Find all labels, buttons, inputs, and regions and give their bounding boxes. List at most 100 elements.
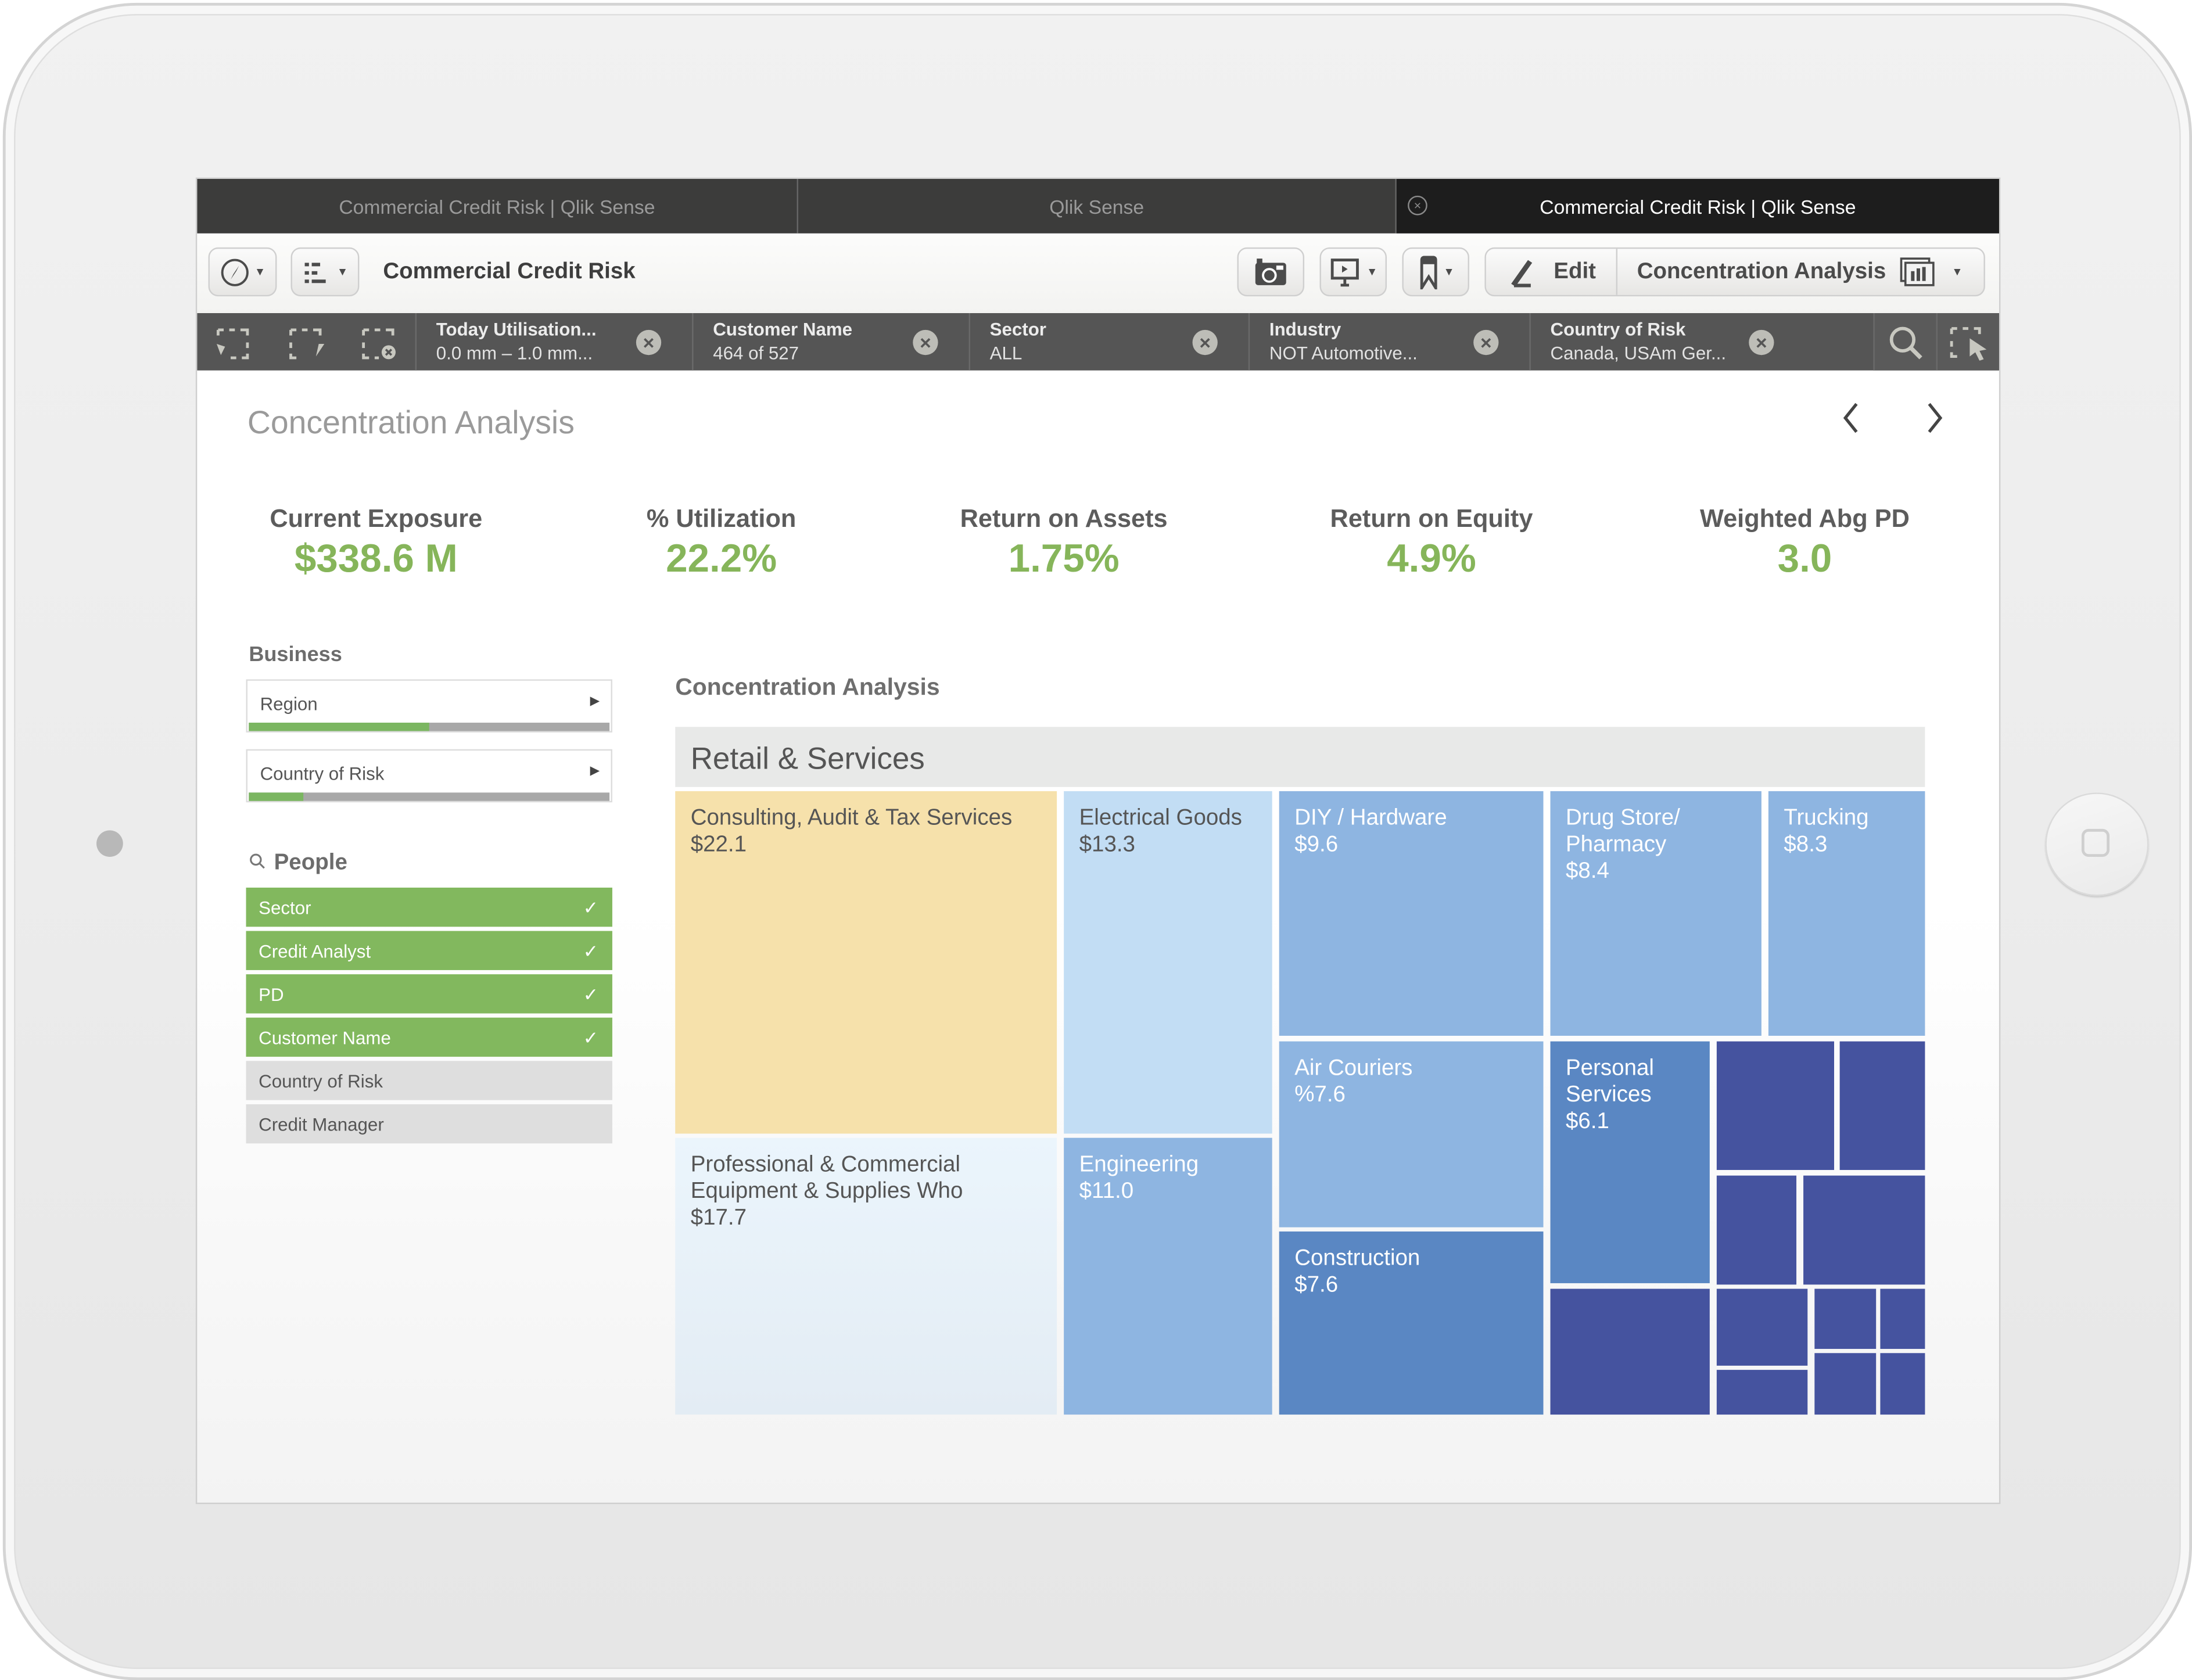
checkmark-icon: ✓ [583,984,598,1006]
navigation-button[interactable]: ▼ [208,247,277,297]
tile-label: Personal Services [1566,1057,1654,1107]
treemap-tile[interactable]: Drug Store/ Pharmacy $8.4 [1550,791,1762,1036]
people-filter-item[interactable]: Sector ✓ [246,887,612,927]
people-filter-item[interactable]: PD ✓ [246,974,612,1014]
clear-selection-icon[interactable]: × [1473,329,1499,356]
kpi-label: Weighted Abg PD [1700,504,1910,533]
filter-item-label: Credit Analyst [259,940,371,962]
selection-tools-right [1873,313,1999,371]
treemap-tile[interactable]: Air Couriers %7.6 [1279,1041,1544,1227]
step-forward-icon[interactable] [285,324,327,360]
clear-selection-icon[interactable]: × [1192,329,1218,356]
treemap-tile[interactable]: Consulting, Audit & Tax Services $22.1 [675,791,1057,1134]
selection-chip-utilisation[interactable]: Today Utilisation... 0.0 mm – 1.0 mm... … [417,313,694,371]
kpi-label: Return on Equity [1330,504,1533,533]
search-icon[interactable] [249,853,266,870]
story-button[interactable]: ▼ [1319,247,1387,297]
chevron-down-icon: ▼ [1443,265,1455,278]
country-of-risk-drill-down[interactable]: Country of Risk ▶ [246,749,612,803]
search-button[interactable] [1873,313,1936,371]
kpi-value: 1.75% [1008,537,1120,580]
selection-chip-industry[interactable]: Industry NOT Automotive... × [1250,313,1531,371]
tab-2[interactable]: Qlik Sense [798,179,1397,234]
bookmark-button[interactable]: ▼ [1402,247,1469,297]
home-button[interactable] [2045,792,2149,896]
tab-label: Commercial Credit Risk | Qlik Sense [1540,195,1856,218]
treemap-tile[interactable]: Engineering $11.0 [1064,1137,1272,1415]
filter-item-label: Country of Risk [259,1071,383,1092]
sheet-selector-button[interactable]: Concentration Analysis ▼ [1617,249,1983,295]
tile-label: Engineering [1079,1153,1199,1178]
selection-value: Canada, USAm Ger... [1550,342,1727,364]
tile-label: Construction [1294,1247,1420,1271]
tile-label: Air Couriers [1294,1057,1413,1081]
selection-chip-customer-name[interactable]: Customer Name 464 of 527 × [694,313,970,371]
app-screen: Commercial Credit Risk | Qlik Sense Qlik… [195,177,2001,1505]
treemap-tile-small[interactable] [1803,1175,1925,1285]
caret-right-icon: ▶ [590,693,600,708]
bookmark-icon [1419,255,1437,289]
treemap-tile-small[interactable] [1716,1041,1834,1171]
clear-selection-icon[interactable]: × [636,329,662,356]
treemap-group-header[interactable]: Retail & Services [675,727,1925,787]
treemap-tile-small[interactable] [1839,1041,1925,1171]
people-filter-item[interactable]: Customer Name ✓ [246,1017,612,1057]
treemap-tile[interactable]: DIY / Hardware $9.6 [1279,791,1544,1036]
tab-3-active[interactable]: × Commercial Credit Risk | Qlik Sense [1396,179,1999,234]
kpi-return-on-equity: Return on Equity 4.9% [1278,505,1585,581]
close-tab-icon[interactable]: × [1408,195,1427,216]
people-title: People [274,851,347,875]
sheets-menu-button[interactable]: ▼ [290,247,360,297]
treemap-tile-small[interactable] [1880,1353,1925,1415]
people-filter-item[interactable]: Credit Manager [246,1104,612,1144]
kpi-label: % Utilization [646,504,797,533]
kpi-label: Current Exposure [270,504,483,533]
next-sheet-button[interactable] [1924,400,1946,446]
coverage-bar [249,792,610,801]
filter-item-label: Customer Name [259,1027,391,1049]
people-filter-item[interactable]: Country of Risk [246,1061,612,1100]
treemap-tile-small[interactable] [1716,1288,1808,1366]
toolbar: ▼ ▼ Commercial Credit Risk ▼ ▼ Edit Conc… [197,233,1999,313]
previous-sheet-button[interactable] [1840,400,1863,446]
treemap-tile[interactable]: Construction $7.6 [1279,1231,1544,1415]
coverage-bar-fill [249,792,303,801]
tile-label: DIY / Hardware [1294,806,1447,831]
camera-icon [96,830,123,857]
filter-item-label: Sector [259,897,311,918]
edit-button[interactable]: Edit [1486,249,1618,295]
browser-tab-bar: Commercial Credit Risk | Qlik Sense Qlik… [197,179,1999,234]
tile-value: $6.1 [1566,1110,1609,1134]
treemap-tile[interactable]: Electrical Goods $13.3 [1064,791,1272,1134]
people-filter-item[interactable]: Credit Analyst ✓ [246,931,612,970]
sheet-title: Concentration Analysis [247,404,575,440]
kpi-return-on-assets: Return on Assets 1.75% [910,505,1217,581]
clear-all-icon[interactable] [358,324,400,360]
chevron-down-icon: ▼ [1951,265,1963,278]
selections-tool-button[interactable] [1936,313,1999,371]
clear-selection-icon[interactable]: × [1749,329,1774,356]
selection-chip-sector[interactable]: Sector ALL × [970,313,1250,371]
treemap-tile-small[interactable] [1814,1288,1877,1349]
treemap-tile[interactable]: Professional & Commercial Equipment & Su… [675,1137,1057,1415]
filter-item-label: PD [259,984,284,1006]
selection-chip-country-of-risk[interactable]: Country of Risk Canada, USAm Ger... × [1531,313,1861,371]
snapshot-button[interactable] [1237,247,1305,297]
treemap-tile-small[interactable] [1716,1370,1808,1415]
treemap-tile-small[interactable] [1814,1353,1877,1415]
clear-selection-icon[interactable]: × [913,329,938,356]
tab-1[interactable]: Commercial Credit Risk | Qlik Sense [197,179,798,234]
tab-label: Qlik Sense [1049,195,1145,218]
kpi-value: $338.6 M [294,537,458,580]
region-drill-down[interactable]: Region ▶ [246,679,612,733]
treemap-tile-small[interactable] [1550,1288,1710,1415]
chevron-down-icon: ▼ [336,265,349,278]
checkmark-icon: ✓ [583,940,598,962]
treemap-tile[interactable]: Trucking $8.3 [1768,791,1925,1036]
treemap-tile[interactable]: Personal Services $6.1 [1550,1041,1710,1283]
tile-value: $13.3 [1079,833,1135,857]
step-back-icon[interactable] [213,324,254,360]
pencil-icon [1512,259,1533,287]
treemap-tile-small[interactable] [1880,1288,1925,1349]
treemap-tile-small[interactable] [1716,1175,1797,1285]
